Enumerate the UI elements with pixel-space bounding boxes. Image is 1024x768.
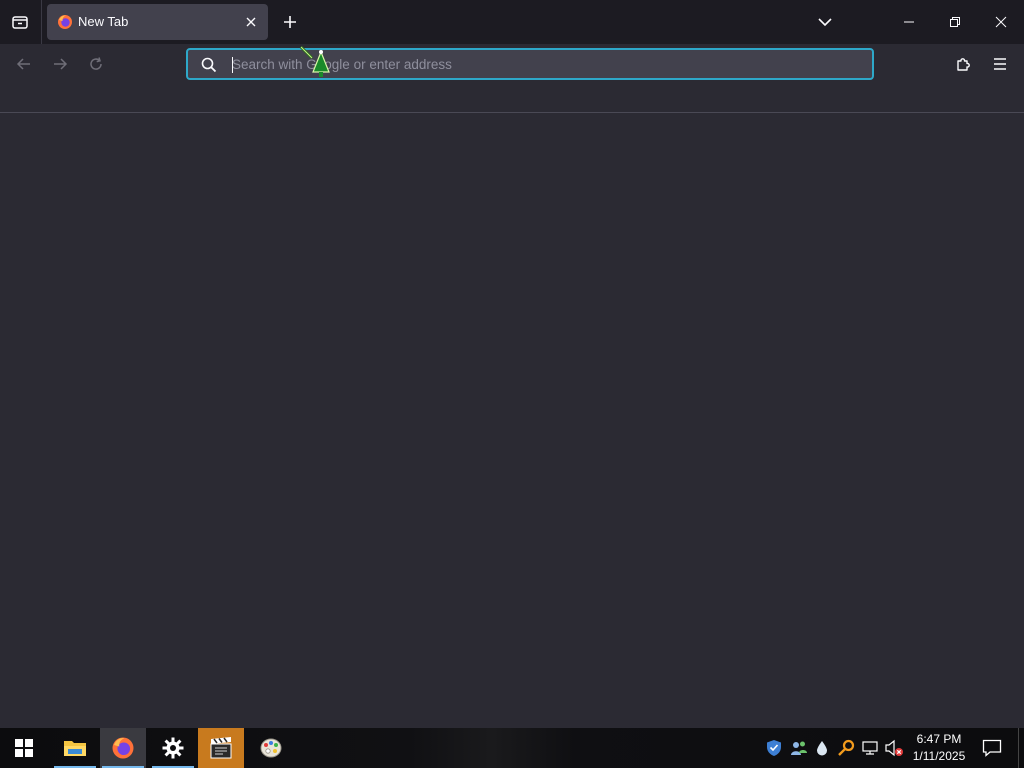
show-desktop-button[interactable] bbox=[1018, 728, 1019, 768]
firefox-icon bbox=[58, 15, 72, 29]
notification-icon bbox=[982, 739, 1002, 757]
text-caret bbox=[232, 57, 233, 73]
shield-icon bbox=[767, 740, 781, 756]
taskbar-settings[interactable] bbox=[150, 728, 196, 768]
tab-separator bbox=[41, 0, 42, 44]
tab-new-tab[interactable]: New Tab bbox=[47, 4, 268, 40]
tray-volume[interactable] bbox=[884, 738, 904, 758]
system-clock[interactable]: 6:47 PM 1/11/2025 bbox=[906, 731, 972, 765]
minimize-icon bbox=[904, 21, 914, 23]
network-icon bbox=[862, 741, 878, 755]
tab-close-button[interactable] bbox=[242, 13, 260, 31]
key-icon bbox=[838, 739, 855, 756]
tab-strip: New Tab bbox=[0, 0, 1024, 44]
windows-logo-icon bbox=[15, 739, 33, 757]
taskbar-paint[interactable] bbox=[248, 728, 294, 768]
hamburger-icon bbox=[994, 58, 1006, 70]
minimize-button[interactable] bbox=[886, 0, 932, 44]
mouse-cursor-icon bbox=[299, 45, 330, 77]
droplet-icon bbox=[817, 741, 827, 756]
taskbar-firefox[interactable] bbox=[100, 728, 146, 768]
page-content bbox=[0, 113, 1024, 728]
arrow-left-icon bbox=[16, 58, 30, 70]
restore-icon bbox=[950, 17, 960, 27]
taskbar: 6:47 PM 1/11/2025 bbox=[0, 728, 1024, 768]
list-all-tabs-button[interactable] bbox=[813, 10, 837, 34]
tab-list-icon bbox=[12, 16, 28, 29]
arrow-right-icon bbox=[54, 58, 68, 70]
puzzle-icon bbox=[957, 58, 970, 71]
search-icon bbox=[201, 57, 217, 73]
gear-icon bbox=[162, 737, 184, 759]
close-icon bbox=[995, 16, 1007, 28]
clock-date: 1/11/2025 bbox=[912, 749, 966, 763]
tab-title: New Tab bbox=[78, 14, 129, 29]
clapperboard-icon bbox=[210, 737, 232, 759]
folder-icon bbox=[64, 741, 86, 756]
tray-droplet[interactable] bbox=[812, 738, 832, 758]
reload-button[interactable] bbox=[82, 50, 110, 78]
firefox-icon bbox=[112, 737, 134, 759]
tray-security[interactable] bbox=[764, 738, 784, 758]
tray-network[interactable] bbox=[861, 738, 881, 758]
forward-button[interactable] bbox=[46, 50, 74, 78]
tray-people[interactable] bbox=[789, 738, 809, 758]
taskbar-video-editor[interactable] bbox=[198, 728, 244, 768]
plus-icon bbox=[284, 16, 296, 28]
extensions-button[interactable] bbox=[950, 50, 978, 78]
navigation-toolbar bbox=[0, 44, 1024, 113]
new-tab-button[interactable] bbox=[276, 8, 304, 36]
tab-list-button[interactable] bbox=[6, 8, 34, 36]
chevron-down-icon bbox=[818, 18, 832, 27]
volume-muted-icon bbox=[885, 739, 903, 757]
reload-icon bbox=[90, 57, 102, 70]
start-button[interactable] bbox=[0, 728, 48, 768]
palette-icon bbox=[260, 738, 282, 758]
people-icon bbox=[791, 741, 807, 755]
clock-time: 6:47 PM bbox=[916, 732, 962, 746]
restore-button[interactable] bbox=[932, 0, 978, 44]
close-window-button[interactable] bbox=[978, 0, 1024, 44]
taskbar-file-explorer[interactable] bbox=[52, 728, 98, 768]
close-icon bbox=[246, 17, 256, 27]
tray-key[interactable] bbox=[836, 738, 856, 758]
address-bar[interactable] bbox=[186, 48, 874, 80]
app-menu-button[interactable] bbox=[986, 50, 1014, 78]
action-center-button[interactable] bbox=[978, 734, 1006, 762]
back-button[interactable] bbox=[10, 50, 38, 78]
